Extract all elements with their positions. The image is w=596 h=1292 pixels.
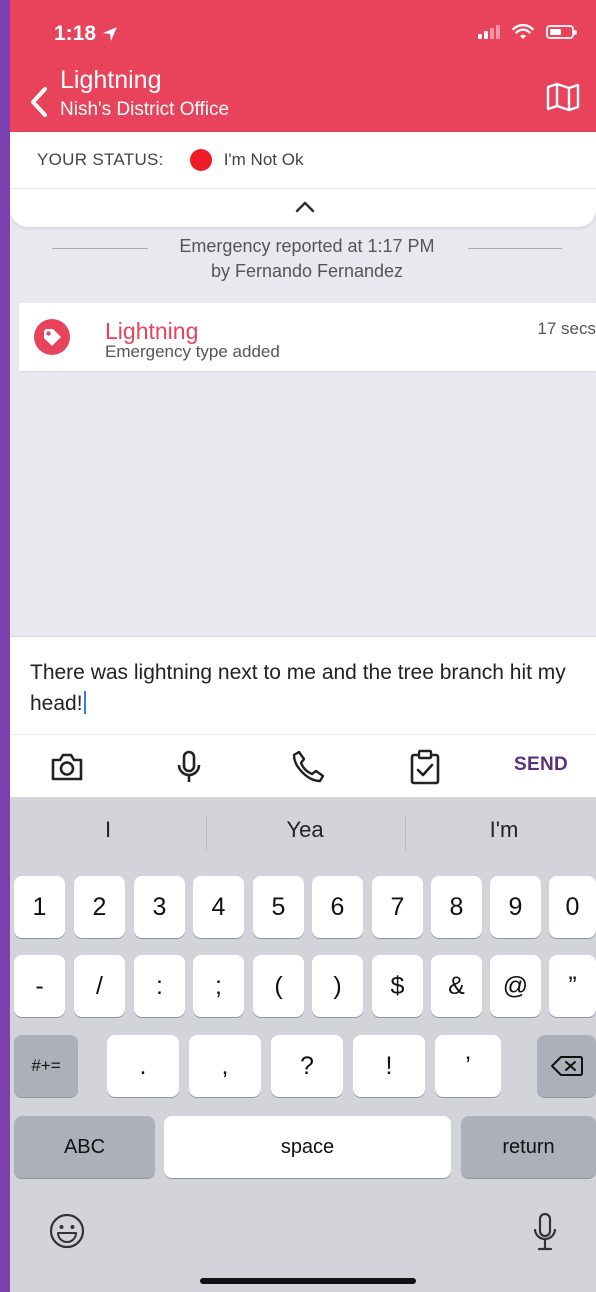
- key-3[interactable]: 3: [134, 876, 185, 938]
- chevron-up-icon[interactable]: [293, 197, 317, 217]
- clipboard-check-icon[interactable]: [407, 749, 443, 785]
- suggestion-1[interactable]: I: [10, 817, 206, 843]
- status-value: I'm Not Ok: [223, 150, 304, 169]
- phone-screen: 1:18 Lightning Nish's District Office YO…: [10, 0, 596, 1292]
- key-colon[interactable]: :: [134, 955, 185, 1017]
- key-0[interactable]: 0: [549, 876, 596, 938]
- key-abc[interactable]: ABC: [14, 1116, 155, 1178]
- key-backspace[interactable]: [537, 1035, 596, 1097]
- camera-icon[interactable]: [49, 749, 85, 785]
- key-2[interactable]: 2: [74, 876, 125, 938]
- key-space[interactable]: space: [164, 1116, 451, 1178]
- key-ampersand[interactable]: &: [431, 955, 482, 1017]
- card-timestamp: 17 secs: [537, 319, 596, 338]
- key-apostrophe[interactable]: ’: [435, 1035, 501, 1097]
- key-return[interactable]: return: [461, 1116, 596, 1178]
- home-indicator[interactable]: [200, 1278, 416, 1284]
- phone-icon[interactable]: [290, 749, 326, 785]
- key-dollar[interactable]: $: [372, 955, 423, 1017]
- page-subtitle: Nish's District Office: [60, 99, 230, 120]
- tag-icon: [34, 319, 70, 355]
- back-chevron-icon[interactable]: [26, 84, 52, 120]
- event-reporter-text: by Fernando Fernandez: [210, 261, 404, 281]
- key-5[interactable]: 5: [253, 876, 304, 938]
- suggestion-bar: I Yea I'm: [10, 797, 596, 871]
- send-button[interactable]: SEND: [514, 754, 568, 776]
- key-more-symbols[interactable]: #+=: [14, 1035, 78, 1097]
- status-bar-time: 1:18: [54, 22, 118, 46]
- key-comma[interactable]: ,: [189, 1035, 261, 1097]
- key-7[interactable]: 7: [372, 876, 423, 938]
- key-question[interactable]: ?: [271, 1035, 343, 1097]
- emergency-reported-divider: Emergency reported at 1:17 PM by Fernand…: [52, 236, 562, 286]
- emoji-icon[interactable]: [48, 1212, 86, 1250]
- key-quote[interactable]: ”: [549, 955, 596, 1017]
- time-text: 1:18: [54, 22, 97, 45]
- key-hyphen[interactable]: -: [14, 955, 65, 1017]
- key-close-paren[interactable]: ): [312, 955, 363, 1017]
- event-reported-text: Emergency reported at 1:17 PM: [179, 236, 435, 256]
- microphone-icon[interactable]: [171, 749, 207, 785]
- key-6[interactable]: 6: [312, 876, 363, 938]
- key-4[interactable]: 4: [193, 876, 244, 938]
- cell-signal-icon: [478, 25, 500, 39]
- app-header: 1:18 Lightning Nish's District Office: [10, 0, 596, 132]
- text-cursor: [83, 691, 86, 714]
- status-indicator-dot: [189, 149, 212, 171]
- battery-icon: [546, 25, 577, 39]
- message-text-wrap: There was lightning next to me and the t…: [30, 657, 580, 719]
- status-bar-indicators: [478, 24, 577, 40]
- status-label: YOUR STATUS:: [37, 150, 164, 169]
- suggestion-3[interactable]: I'm: [406, 817, 596, 843]
- key-semicolon[interactable]: ;: [193, 955, 244, 1017]
- page-title: Lightning: [60, 66, 162, 94]
- feed-event-card: Lightning Emergency type added 17 secs: [19, 303, 596, 371]
- card-subtitle: Emergency type added: [105, 342, 280, 361]
- map-icon[interactable]: [546, 82, 580, 112]
- key-period[interactable]: .: [107, 1035, 179, 1097]
- message-text: There was lightning next to me and the t…: [30, 661, 566, 715]
- message-input[interactable]: There was lightning next to me and the t…: [10, 636, 596, 734]
- key-9[interactable]: 9: [490, 876, 541, 938]
- collapse-bar: [10, 189, 596, 227]
- dictation-mic-icon[interactable]: [532, 1212, 558, 1252]
- key-open-paren[interactable]: (: [253, 955, 304, 1017]
- key-exclamation[interactable]: !: [353, 1035, 425, 1097]
- your-status-row[interactable]: YOUR STATUS: I'm Not Ok: [10, 132, 596, 188]
- composer-action-bar: SEND: [10, 734, 596, 797]
- wifi-icon: [512, 24, 534, 39]
- key-8[interactable]: 8: [431, 876, 482, 938]
- card-title: Lightning: [105, 318, 199, 344]
- location-arrow-icon: [103, 27, 118, 41]
- backspace-icon: [550, 1056, 583, 1076]
- keyboard: I Yea I'm 1 2 3 4 5 6 7 8 9 0 - / : ; ( …: [10, 797, 596, 1292]
- key-at[interactable]: @: [490, 955, 541, 1017]
- suggestion-2[interactable]: Yea: [207, 817, 403, 843]
- key-1[interactable]: 1: [14, 876, 65, 938]
- key-slash[interactable]: /: [74, 955, 125, 1017]
